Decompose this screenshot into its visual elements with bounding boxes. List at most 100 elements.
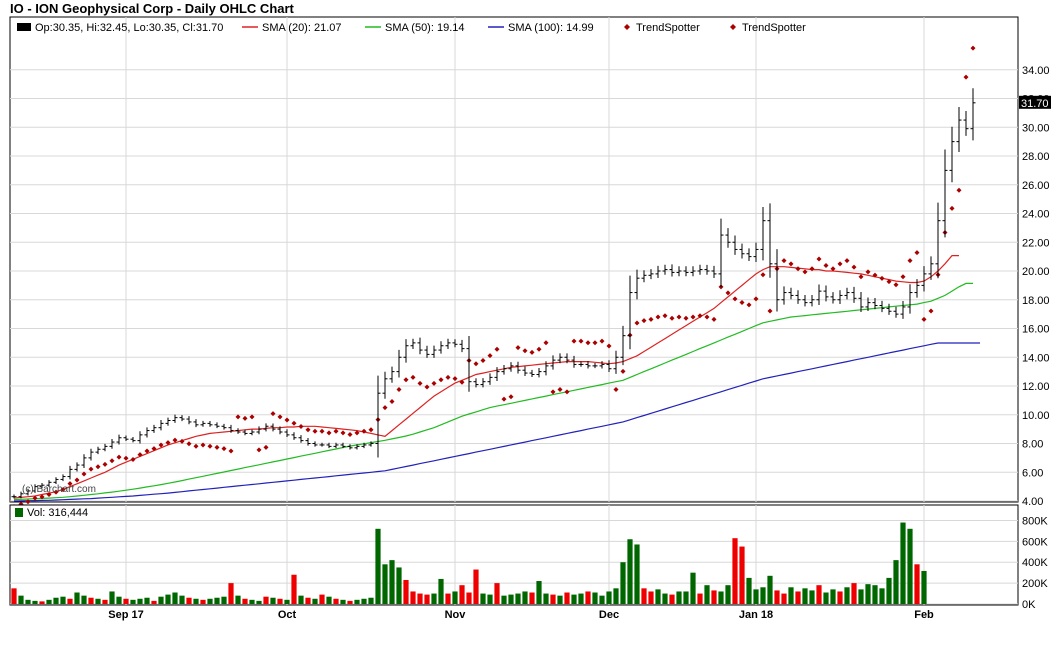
volume-bar <box>172 592 178 604</box>
volume-bar <box>326 596 332 604</box>
volume-bar <box>823 592 829 604</box>
volume-bar <box>837 591 843 604</box>
volume-bar <box>746 577 752 604</box>
volume-bar <box>410 591 416 604</box>
volume-bar <box>683 591 689 604</box>
volume-bar <box>95 598 101 604</box>
volume-bar <box>879 588 885 604</box>
volume-bar <box>228 583 234 604</box>
volume-bar <box>634 544 640 604</box>
volume-bar <box>543 593 549 604</box>
volume-bar <box>424 594 430 604</box>
volume-bar <box>221 596 227 604</box>
price-tick-label: 34.00 <box>1022 65 1050 77</box>
price-tick-label: 12.00 <box>1022 381 1050 393</box>
volume-bar <box>550 594 556 604</box>
volume-bar <box>872 585 878 604</box>
volume-legend-label: Vol: 316,444 <box>27 507 88 519</box>
volume-bar <box>389 560 395 604</box>
volume-bar <box>669 594 675 604</box>
legend-sma100: SMA (100): 14.99 <box>508 22 594 34</box>
volume-bar <box>494 583 500 604</box>
volume-bar <box>417 593 423 604</box>
volume-bar <box>361 598 367 604</box>
price-axis: 4.00 6.00 8.00 10.00 12.00 14.00 16.00 18.00 20.… <box>1022 65 1050 508</box>
volume-bar <box>802 588 808 604</box>
volume-bar <box>53 597 59 604</box>
x-tick-label: Oct <box>278 609 297 621</box>
volume-bar <box>305 597 311 604</box>
volume-bar <box>445 593 451 604</box>
volume-bar <box>249 599 255 604</box>
volume-bar <box>116 596 122 604</box>
volume-bar <box>452 591 458 604</box>
volume-bar <box>900 522 906 604</box>
volume-bar <box>585 591 591 604</box>
volume-bar <box>781 593 787 604</box>
price-tick-label: 14.00 <box>1022 352 1050 364</box>
volume-tick-label: 200K <box>1022 578 1048 590</box>
price-tick-label: 16.00 <box>1022 324 1050 336</box>
volume-bar <box>606 591 612 604</box>
volume-bar <box>592 592 598 604</box>
volume-bar <box>11 588 17 604</box>
volume-bar <box>480 593 486 604</box>
volume-bar <box>921 570 927 604</box>
x-axis: Sep 17 Oct Nov Dec Jan 18 Feb <box>108 609 934 621</box>
volume-bar <box>18 595 24 604</box>
volume-bar <box>102 599 108 604</box>
price-tick-label: 22.00 <box>1022 237 1050 249</box>
volume-bar <box>578 593 584 604</box>
volume-bar <box>809 590 815 604</box>
x-tick-label: Sep 17 <box>108 609 143 621</box>
legend-trendspotter-1: TrendSpotter <box>636 22 700 34</box>
volume-bar <box>487 594 493 604</box>
volume-bar <box>263 596 269 604</box>
volume-bar <box>620 562 626 604</box>
volume-bar <box>39 601 45 604</box>
price-tick-label: 28.00 <box>1022 151 1050 163</box>
volume-bar <box>284 599 290 604</box>
volume-bar <box>473 569 479 604</box>
volume-bar <box>795 591 801 604</box>
volume-bar <box>655 589 661 604</box>
price-tick-label: 18.00 <box>1022 295 1050 307</box>
volume-bar <box>718 591 724 604</box>
volume-bar <box>151 600 157 604</box>
volume-bar <box>515 593 521 604</box>
volume-bar <box>67 598 73 604</box>
price-tick-label: 4.00 <box>1022 496 1043 508</box>
volume-bar <box>158 596 164 604</box>
volume-bar <box>179 595 185 604</box>
volume-bar <box>123 598 129 604</box>
legend: Op:30.35, Hi:32.45, Lo:30.35, Cl:31.70 S… <box>17 22 806 34</box>
volume-bar <box>459 585 465 604</box>
volume-bar <box>893 560 899 604</box>
last-price-label: 31.70 <box>1021 98 1049 110</box>
price-tick-label: 20.00 <box>1022 266 1050 278</box>
price-tick-label: 26.00 <box>1022 180 1050 192</box>
x-tick-label: Jan 18 <box>739 609 773 621</box>
volume-bar <box>165 594 171 604</box>
volume-bar <box>396 567 402 604</box>
volume-bar <box>508 594 514 604</box>
volume-bar <box>851 583 857 604</box>
volume-bar <box>816 585 822 604</box>
volume-bar <box>333 598 339 604</box>
volume-bar <box>704 585 710 604</box>
volume-bar <box>319 594 325 604</box>
volume-bar <box>109 591 115 604</box>
volume-bar <box>760 587 766 604</box>
volume-bar <box>557 595 563 604</box>
volume-bar <box>522 591 528 604</box>
volume-bar <box>641 588 647 604</box>
price-tick-label: 24.00 <box>1022 209 1050 221</box>
volume-bar <box>732 538 738 604</box>
volume-bar <box>627 539 633 604</box>
volume-bar <box>739 546 745 604</box>
watermark: (c) Barchart.com <box>22 484 96 495</box>
legend-trendspotter-2: TrendSpotter <box>742 22 806 34</box>
volume-bar <box>60 596 66 604</box>
volume-bar <box>599 595 605 604</box>
volume-bar <box>774 590 780 604</box>
